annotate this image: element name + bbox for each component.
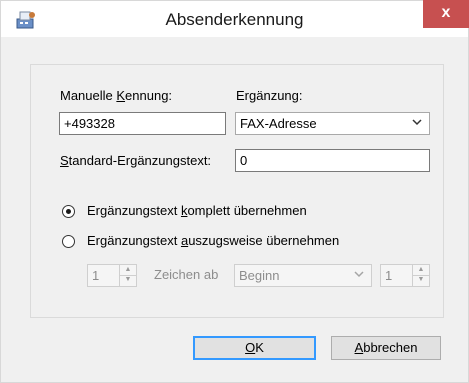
close-button[interactable]: x (423, 0, 469, 28)
window-title: Absenderkennung (165, 10, 304, 29)
radio-selected-dot (66, 209, 71, 214)
close-icon: x (441, 4, 451, 21)
cancel-button[interactable]: Abbrechen (331, 336, 441, 360)
supplement-select[interactable]: FAX-Adresse (235, 112, 430, 135)
spin-down-icon[interactable]: ▼ (120, 275, 136, 285)
radio-full[interactable] (62, 205, 75, 218)
supplement-label: Ergänzung: (236, 88, 303, 103)
radio-full-label[interactable]: Ergänzungstext komplett übernehmen (87, 203, 307, 218)
spin-down-icon[interactable]: ▼ (413, 275, 429, 285)
std-text-label: Standard-Ergänzungstext: (60, 153, 212, 168)
radio-partial[interactable] (62, 235, 75, 248)
ok-button[interactable]: OK (193, 336, 316, 360)
std-text-input[interactable]: 0 (235, 149, 430, 172)
dialog-window: Absenderkennung x Manuelle Kennung: +493… (0, 0, 469, 383)
manual-id-label: Manuelle Kennung: (60, 88, 173, 103)
start-offset-stepper[interactable]: 1 ▲ ▼ (380, 264, 430, 287)
title-bar: Absenderkennung x (1, 0, 469, 38)
radio-partial-label[interactable]: Ergänzungstext auszugsweise übernehmen (87, 233, 339, 248)
zeichen-ab-label: Zeichen ab (154, 267, 219, 282)
manual-id-input[interactable]: +493328 (59, 112, 226, 135)
chevron-down-icon (354, 269, 364, 281)
start-position-select[interactable]: Beginn (234, 264, 372, 287)
chevron-down-icon (412, 117, 422, 129)
char-count-stepper[interactable]: 1 ▲ ▼ (87, 264, 137, 287)
